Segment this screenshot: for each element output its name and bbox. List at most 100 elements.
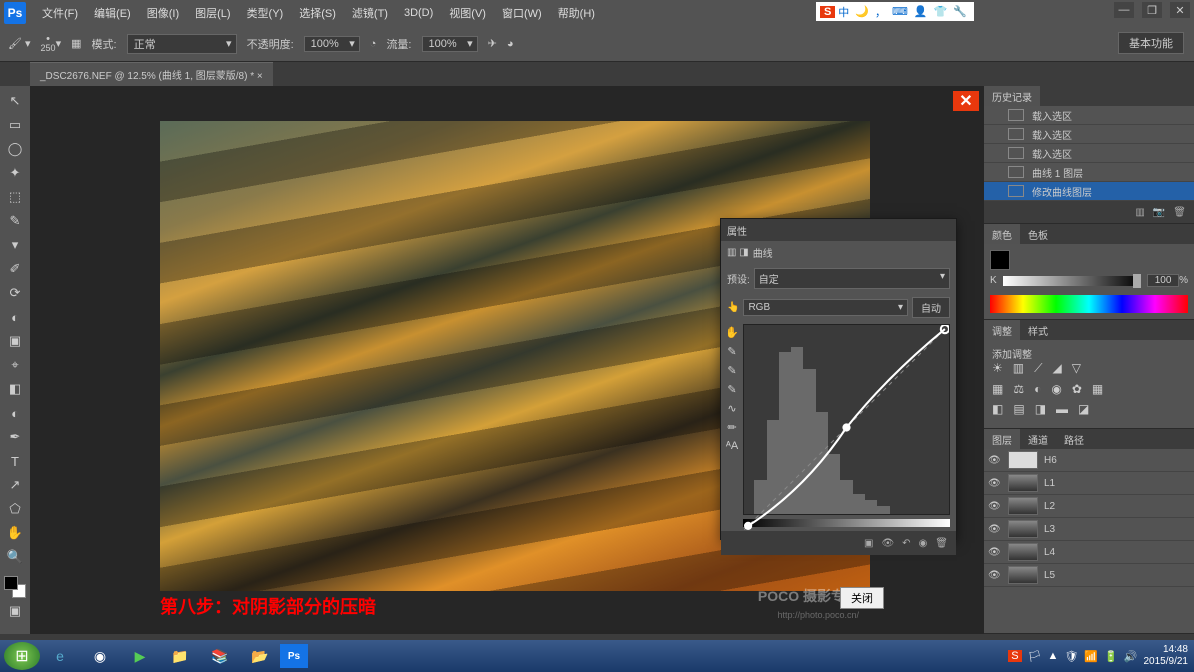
- clock[interactable]: 14:48 2015/9/21: [1144, 644, 1189, 668]
- path-tool[interactable]: ↗: [4, 474, 26, 496]
- history-item[interactable]: 曲线 1 图层: [984, 163, 1194, 182]
- history-tab[interactable]: 历史记录: [984, 86, 1040, 106]
- tray-up-icon[interactable]: ▲: [1048, 650, 1059, 662]
- layer-row[interactable]: 👁H6: [984, 449, 1194, 472]
- folder-icon[interactable]: 📂: [240, 642, 280, 670]
- lasso-tool[interactable]: ◯: [4, 138, 26, 160]
- trash-icon[interactable]: 🗑: [1173, 207, 1186, 218]
- history-item[interactable]: 载入选区: [984, 125, 1194, 144]
- camera-icon[interactable]: 📷: [1153, 207, 1165, 218]
- selective-color-icon[interactable]: ◪: [1078, 402, 1089, 416]
- layer-row[interactable]: 👁L5: [984, 564, 1194, 587]
- swatches-tab[interactable]: 色板: [1020, 224, 1056, 244]
- zoom-tool[interactable]: 🔍: [4, 546, 26, 568]
- color-swatches[interactable]: [4, 576, 26, 598]
- adjustments-tab[interactable]: 调整: [984, 320, 1020, 340]
- flow-field[interactable]: 100%: [422, 36, 478, 52]
- clone-tool[interactable]: ⟳: [4, 282, 26, 304]
- pressure-size-icon[interactable]: ◕: [507, 38, 514, 50]
- eyedropper-tool[interactable]: ✎: [4, 210, 26, 232]
- menu-3d[interactable]: 3D(D): [396, 7, 441, 19]
- brightness-icon[interactable]: ☀: [992, 361, 1003, 376]
- move-tool[interactable]: ↖: [4, 90, 26, 112]
- clip-icon[interactable]: ▣: [864, 538, 873, 549]
- blur-tool[interactable]: ◧: [4, 378, 26, 400]
- curves-icon[interactable]: ⟋: [1034, 361, 1042, 376]
- photo-filter-icon[interactable]: ◉: [1051, 382, 1061, 396]
- explorer-icon[interactable]: 📁: [160, 642, 200, 670]
- gradient-tool[interactable]: ⌖: [4, 354, 26, 376]
- layer-row[interactable]: 👁L4: [984, 541, 1194, 564]
- pressure-opacity-icon[interactable]: ◔: [370, 38, 377, 50]
- workspace-select[interactable]: 基本功能: [1118, 32, 1184, 54]
- brush-tool[interactable]: ✐: [4, 258, 26, 280]
- photoshop-taskbar-icon[interactable]: Ps: [280, 644, 308, 668]
- vibrance-icon[interactable]: ▽: [1072, 361, 1081, 376]
- ime-bar[interactable]: S 中 🌙 ， ⌨ 👤 👕 🔧: [816, 2, 974, 21]
- menu-window[interactable]: 窗口(W): [494, 5, 550, 21]
- eraser-tool[interactable]: ▣: [4, 330, 26, 352]
- menu-layer[interactable]: 图层(L): [187, 5, 238, 21]
- properties-panel[interactable]: 属性 ▥ ◨ 曲线 预设: 自定 👆 RGB 自动 ✋ ✎ ✎ ✎ ∿ ✏ ᴬA: [720, 218, 957, 540]
- posterize-icon[interactable]: ▤: [1013, 402, 1024, 416]
- channel-select[interactable]: RGB: [743, 299, 908, 316]
- tray-volume-icon[interactable]: 🔊: [1124, 650, 1138, 663]
- menu-edit[interactable]: 编辑(E): [86, 5, 139, 21]
- maximize-button[interactable]: ❐: [1142, 2, 1162, 18]
- channels-tab[interactable]: 通道: [1020, 429, 1056, 449]
- healing-tool[interactable]: ▾: [4, 234, 26, 256]
- visibility-icon[interactable]: 👁: [988, 570, 1002, 581]
- minimize-button[interactable]: —: [1114, 2, 1134, 18]
- type-tool[interactable]: T: [4, 450, 26, 472]
- library-icon[interactable]: 📚: [200, 642, 240, 670]
- layers-tab[interactable]: 图层: [984, 429, 1020, 449]
- document-tab[interactable]: _DSC2676.NEF @ 12.5% (曲线 1, 图层蒙版/8) * ×: [30, 62, 273, 86]
- visibility-icon[interactable]: 👁: [988, 501, 1002, 512]
- k-slider[interactable]: [1003, 276, 1141, 286]
- history-item[interactable]: 载入选区: [984, 144, 1194, 163]
- history-item[interactable]: 修改曲线图层: [984, 182, 1194, 201]
- gray-point-icon[interactable]: ✎: [727, 364, 736, 377]
- marquee-tool[interactable]: ▭: [4, 114, 26, 136]
- k-value-field[interactable]: 100: [1147, 274, 1179, 287]
- view-previous-icon[interactable]: 👁: [881, 538, 894, 549]
- delete-icon[interactable]: 🗑: [935, 538, 948, 549]
- gradient-map-icon[interactable]: ▬: [1056, 402, 1068, 416]
- visibility-icon[interactable]: 👁: [988, 547, 1002, 558]
- brush-tool-icon[interactable]: 🖌 ▾: [8, 37, 31, 50]
- current-color-swatch[interactable]: [990, 250, 1010, 270]
- menu-file[interactable]: 文件(F): [34, 5, 86, 21]
- slider-thumb[interactable]: [1133, 274, 1141, 288]
- foreground-color[interactable]: [4, 576, 18, 590]
- auto-button[interactable]: 自动: [912, 297, 950, 318]
- visibility-icon[interactable]: 👁: [988, 524, 1002, 535]
- tray-sogou-icon[interactable]: S: [1008, 650, 1021, 662]
- mixer-icon[interactable]: ✿: [1072, 382, 1082, 396]
- dodge-tool[interactable]: ◐: [4, 402, 26, 424]
- menu-view[interactable]: 视图(V): [441, 5, 494, 21]
- history-item[interactable]: 载入选区: [984, 106, 1194, 125]
- tray-network-icon[interactable]: 📶: [1084, 650, 1098, 663]
- layer-row[interactable]: 👁L2: [984, 495, 1194, 518]
- hand-tool[interactable]: ✋: [4, 522, 26, 544]
- crop-tool[interactable]: ⬚: [4, 186, 26, 208]
- media-icon[interactable]: ▶: [120, 642, 160, 670]
- invert-icon[interactable]: ◧: [992, 402, 1003, 416]
- target-adjustment-icon[interactable]: 👆: [727, 302, 739, 313]
- close-document-button[interactable]: ✕: [953, 91, 979, 111]
- menu-image[interactable]: 图像(I): [139, 5, 187, 21]
- balance-icon[interactable]: ⚖: [1013, 382, 1024, 396]
- start-button[interactable]: ⊞: [4, 642, 40, 670]
- menu-type[interactable]: 类型(Y): [239, 5, 292, 21]
- properties-titlebar[interactable]: 属性: [721, 219, 956, 241]
- threshold-icon[interactable]: ◨: [1035, 402, 1046, 416]
- color-spectrum[interactable]: [990, 295, 1188, 313]
- brush-panel-icon[interactable]: ▦: [71, 37, 81, 50]
- close-caption-button[interactable]: 关闭: [840, 587, 884, 609]
- lut-icon[interactable]: ▦: [1092, 382, 1103, 396]
- toggle-visibility-icon[interactable]: ◉: [919, 538, 928, 549]
- tray-battery-icon[interactable]: 🔋: [1104, 650, 1118, 663]
- ie-icon[interactable]: e: [40, 642, 80, 670]
- menu-help[interactable]: 帮助(H): [550, 5, 603, 21]
- exposure-icon[interactable]: ◢: [1053, 361, 1062, 376]
